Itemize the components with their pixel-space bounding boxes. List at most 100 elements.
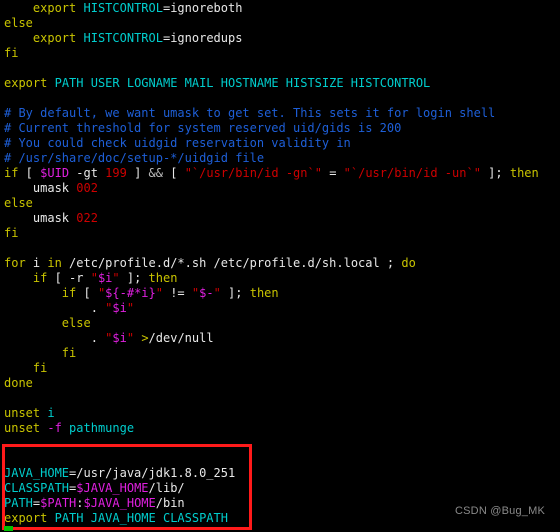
- code-token: if: [32, 271, 48, 285]
- code-token: "`/usr/bin/id -un`": [343, 166, 481, 180]
- code-token: HISTCONTROL: [83, 1, 163, 15]
- code-token: # You could check uidgid reservation val…: [4, 136, 351, 150]
- code-token: umask: [4, 211, 77, 225]
- code-line: fi: [4, 361, 539, 376]
- code-line: . "$i": [4, 301, 539, 316]
- code-token: unset: [4, 421, 41, 435]
- code-token: pathmunge: [69, 421, 135, 435]
- code-token: ": [213, 286, 221, 300]
- code-token: fi: [32, 361, 48, 375]
- code-token: [: [163, 166, 185, 180]
- code-token: fi: [4, 46, 19, 60]
- code-token: fi: [4, 226, 19, 240]
- code-line: JAVA_HOME=/usr/java/jdk1.8.0_251: [4, 466, 539, 481]
- code-token: else: [61, 316, 91, 330]
- code-token: $UID: [40, 166, 70, 180]
- code-token: /lib/: [148, 481, 185, 495]
- code-line: else: [4, 16, 539, 31]
- code-token: 002: [76, 181, 98, 195]
- code-line: # You could check uidgid reservation val…: [4, 136, 539, 151]
- code-token: =ignoreboth: [162, 1, 243, 15]
- code-token: for: [4, 256, 26, 270]
- code-token: JAVA_HOME: [4, 466, 70, 480]
- code-token: else: [4, 16, 33, 30]
- code-token: /etc/profile.d/*.sh /etc/profile.d/sh.lo…: [61, 256, 402, 270]
- code-token: done: [4, 376, 33, 390]
- code-line: export HISTCONTROL=ignoreboth: [4, 1, 539, 16]
- code-token: if: [61, 286, 77, 300]
- code-token: $-: [199, 286, 214, 300]
- code-token: # Current threshold for system reserved …: [4, 121, 402, 135]
- code-token: then: [148, 271, 178, 285]
- code-token: ": [126, 301, 135, 315]
- code-token: CLASSPATH: [4, 481, 70, 495]
- code-token: .: [4, 301, 106, 315]
- code-token: ];: [480, 166, 510, 180]
- code-token: :: [76, 496, 84, 510]
- code-line: . "$i" >/dev/null: [4, 331, 539, 346]
- code-token: do: [401, 256, 416, 270]
- code-token: # /usr/share/doc/setup-*/uidgid file: [4, 151, 265, 165]
- code-token: [: [18, 166, 41, 180]
- watermark-label: CSDN @Bug_MK: [455, 505, 545, 517]
- code-token: ];: [220, 286, 250, 300]
- code-token: >: [141, 331, 149, 345]
- code-line: if [ $UID -gt 199 ] && [ "`/usr/bin/id -…: [4, 166, 539, 181]
- code-line: if [ -r "$i" ]; then: [4, 271, 539, 286]
- code-line: # /usr/share/doc/setup-*/uidgid file: [4, 151, 539, 166]
- code-line: CLASSPATH=$JAVA_HOME/lib/: [4, 481, 539, 496]
- code-token: export: [32, 1, 77, 15]
- code-token: export: [4, 511, 48, 525]
- code-token: -gt: [69, 166, 106, 180]
- code-token: PATH USER LOGNAME MAIL HOSTNAME HISTSIZE…: [54, 76, 431, 90]
- code-token: ];: [119, 271, 149, 285]
- code-token: [: [76, 286, 98, 300]
- code-listing[interactable]: export HISTCONTROL=ignoreboth else export…: [4, 1, 539, 526]
- code-token: export: [4, 76, 48, 90]
- code-line: fi: [4, 46, 539, 61]
- code-token: !=: [162, 286, 192, 300]
- code-token: $PATH: [40, 496, 77, 510]
- code-token: =: [321, 166, 344, 180]
- code-token: ": [126, 331, 135, 345]
- code-token: fi: [61, 346, 77, 360]
- code-line: # By default, we want umask to get set. …: [4, 106, 539, 121]
- code-token: HISTCONTROL: [83, 31, 163, 45]
- code-token: =/usr/java/jdk1.8.0_251: [69, 466, 236, 480]
- code-token: else: [4, 196, 33, 210]
- code-token: $i: [112, 301, 127, 315]
- code-token: unset: [4, 406, 41, 420]
- code-token: /bin: [155, 496, 185, 510]
- terminal-screen[interactable]: export HISTCONTROL=ignoreboth else export…: [0, 0, 560, 532]
- code-token: then: [249, 286, 279, 300]
- code-token: 022: [76, 211, 98, 225]
- code-token: .: [4, 331, 106, 345]
- code-token: /dev/null: [148, 331, 214, 345]
- code-token: export: [32, 31, 77, 45]
- code-token: ]: [126, 166, 149, 180]
- code-token: ": [155, 286, 163, 300]
- code-line: umask 022: [4, 211, 539, 226]
- code-token: ": [112, 271, 120, 285]
- code-token: &&: [148, 166, 163, 180]
- code-line: done: [4, 376, 539, 391]
- code-line: else: [4, 316, 539, 331]
- code-token: i: [47, 406, 55, 420]
